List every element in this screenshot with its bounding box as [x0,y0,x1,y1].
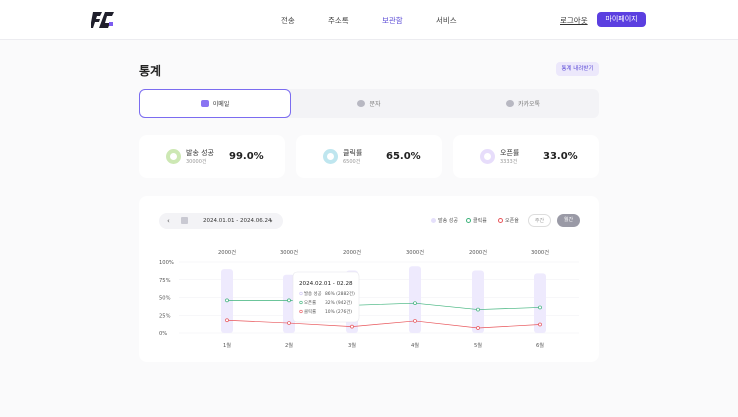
tab-kakaotalk-label: 카카오톡 [517,101,541,108]
sms-icon [357,100,366,107]
tab-email[interactable]: 이메일 [139,89,291,118]
y-tick-label: 0% [159,331,167,337]
delivery-success-icon [166,149,181,164]
stat-card-delivery-success: 발송 성공 30000건 99.0% [139,135,285,178]
stat-card-open-rate: 오픈률 3333건 33.0% [453,135,599,178]
tooltip-row-value: 32% (942건) [325,299,352,306]
y-tick-label: 100% [159,260,174,266]
bar-top-label: 2000건 [469,249,487,256]
statistics-chart-card: ‹ 2024.01.01 - 2024.06.24 › 발송 성공 클릭률 오픈… [139,196,599,362]
stat-count: 30000건 [186,159,207,165]
series-line [227,299,541,310]
nav-item-send[interactable]: 전송 [281,15,295,26]
x-tick-label: 6월 [536,341,544,349]
brand-logo[interactable] [91,11,115,29]
tooltip-row-value: 10% (276건) [325,308,352,315]
bar-top-label: 2000건 [343,249,361,256]
stat-count: 3333건 [500,159,518,165]
bar-top-label: 3000건 [280,249,298,256]
y-tick-label: 50% [159,296,171,302]
tab-sms-label: 문자 [369,101,381,108]
stat-percent: 33.0% [543,151,578,162]
data-point [476,326,480,330]
x-tick-label: 3월 [348,341,356,349]
bar-top-label: 2000건 [218,249,236,256]
top-navigation-bar: 전송 주소록 보관함 서비스 로그아웃 마이페이지 [0,0,738,40]
tab-sms[interactable]: 문자 [293,89,445,118]
my-page-button[interactable]: 마이페이지 [597,12,646,27]
x-tick-label: 1월 [223,341,231,349]
y-tick-label: 75% [159,278,171,284]
channel-tabs: 이메일 문자 카카오톡 [139,89,599,118]
tab-kakaotalk[interactable]: 카카오톡 [447,89,599,118]
stat-percent: 99.0% [229,151,264,162]
logout-link[interactable]: 로그아웃 [560,15,588,26]
data-point [225,298,229,303]
data-point [413,301,417,306]
kakaotalk-icon [505,100,514,107]
y-tick-label: 25% [159,313,171,319]
data-point [287,321,291,325]
monthly-stats-chart: 100% 75% 50% 25% 0% 2000건 1월 3000건 2월 2000건 3월 3000… [159,249,579,349]
open-rate-icon [480,149,495,164]
bar-delivery-success [409,266,421,333]
nav-item-address-book[interactable]: 주소록 [328,15,349,26]
stat-card-click-rate: 클릭률 6500건 65.0% [296,135,442,178]
stat-label: 발송 성공 [186,149,214,157]
page-title: 통계 [139,64,162,78]
tooltip-dot [299,291,303,296]
nav-item-service[interactable]: 서비스 [436,15,457,26]
tooltip-row-label: 발송 성공 [304,290,322,297]
stat-label: 클릭률 [343,149,363,157]
series-line [226,319,541,329]
bar-top-label: 3000건 [531,249,549,256]
email-icon [200,100,209,107]
bar-delivery-success [472,270,484,333]
click-rate-icon [323,149,338,164]
stat-percent: 65.0% [386,151,421,162]
x-tick-label: 4월 [411,341,419,349]
data-point [225,318,229,323]
data-point [413,319,417,323]
export-stats-button[interactable]: 통계 내려받기 [556,62,599,76]
nav-item-archive[interactable]: 보관함 [382,15,403,26]
x-tick-label: 5월 [474,341,482,349]
tooltip-title: 2024.02.01 - 02.28 [299,281,353,287]
stat-label: 오픈률 [500,149,520,157]
tooltip-row-label: 오픈률 [304,300,316,306]
data-point [476,307,480,312]
x-tick-label: 2월 [285,341,293,349]
tooltip-row-value: 86% (2882건) [325,290,355,297]
tooltip-row-label: 클릭률 [304,308,316,315]
data-point [287,298,291,303]
data-point [350,324,354,329]
data-point [538,305,542,310]
stat-count: 6500건 [343,159,361,165]
chart-tooltip: 2024.02.01 - 02.28 발송 성공 86% (2882건) 오픈률 32%… [292,271,360,323]
tooltip-dot [299,300,303,305]
tab-email-label: 이메일 [212,101,230,108]
bar-top-label: 3000건 [406,249,424,256]
data-point [538,322,542,327]
tooltip-dot [299,309,303,314]
